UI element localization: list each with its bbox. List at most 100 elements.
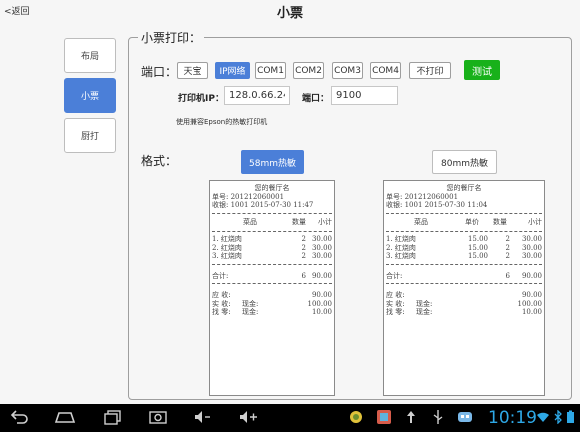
- volume-up-icon[interactable]: [238, 408, 260, 426]
- column-header-qty: 数量: [493, 217, 507, 226]
- port-option-com1[interactable]: COM1: [255, 62, 286, 79]
- test-print-button[interactable]: 测试: [464, 60, 500, 80]
- change-amount: 10.00: [521, 308, 542, 316]
- bluetooth-icon: [554, 410, 562, 424]
- paid-method: 现金:: [416, 299, 433, 308]
- receipt-total-row: 合计: 6 90.00: [384, 272, 544, 281]
- receipt-order-number: 单号: 201212060001: [386, 192, 459, 201]
- system-navigation-bar: 10:19: [0, 404, 580, 432]
- port-option-com2[interactable]: COM2: [293, 62, 324, 79]
- receipt-restaurant-name: 您的餐厅名: [446, 184, 482, 192]
- column-header-item: 菜品: [243, 217, 257, 226]
- change-label: 找 零:: [212, 308, 231, 316]
- receipt-change-row: 找 零: 现金: 10.00: [210, 308, 334, 317]
- receipt-paid-row: 实 收: 现金: 100.00: [384, 300, 544, 309]
- total-amount: 90.00: [311, 271, 332, 280]
- printer-hint-text: 使用兼容Epson的热敏打印机: [176, 118, 268, 126]
- volume-down-icon[interactable]: [193, 408, 213, 426]
- total-label: 合计:: [212, 271, 229, 280]
- port-number-input[interactable]: [331, 86, 398, 105]
- receipt-due-row: 应 收: 90.00: [210, 291, 334, 300]
- format-80mm-button[interactable]: 80mm热敏: [432, 150, 497, 174]
- port-option-tianbao[interactable]: 天宝: [177, 62, 208, 79]
- due-amount: 90.00: [521, 291, 542, 299]
- debug-icon: [458, 412, 472, 422]
- item-subtotal: 30.00: [521, 252, 542, 260]
- receipt-column-headers: 菜品 单价 数量 小计: [384, 218, 544, 227]
- format-58mm-button[interactable]: 58mm热敏: [241, 150, 304, 174]
- item-qty: 2: [301, 252, 306, 260]
- home-icon[interactable]: [54, 408, 76, 426]
- paid-method: 现金:: [242, 299, 259, 308]
- item-name: 3. 红烧肉: [212, 252, 242, 260]
- column-header-item: 菜品: [414, 217, 428, 226]
- column-header-subtotal: 小计: [318, 217, 332, 226]
- title-bar: <返回 小票: [0, 0, 580, 24]
- section-title: 小票打印：: [138, 29, 205, 46]
- receipt-item-row: 2. 红烧肉 2 30.00: [210, 244, 334, 253]
- item-name: 1. 红烧肉: [386, 235, 416, 243]
- item-name: 1. 红烧肉: [212, 235, 242, 243]
- screenshot-icon[interactable]: [148, 408, 168, 426]
- receipt-divider: [212, 283, 332, 284]
- sidebar-item-receipt[interactable]: 小票: [64, 78, 116, 113]
- receipt-restaurant-name: 您的餐厅名: [254, 184, 290, 192]
- item-qty: 2: [505, 235, 510, 243]
- port-option-com3[interactable]: COM3: [332, 62, 363, 79]
- sidebar-item-kitchen-print[interactable]: 厨打: [64, 118, 116, 153]
- change-method: 现金:: [242, 308, 259, 316]
- receipt-column-headers: 菜品 数量 小计: [210, 218, 334, 227]
- item-qty: 2: [301, 235, 306, 243]
- app-notification-icon: [350, 411, 362, 423]
- receipt-due-row: 应 收: 90.00: [384, 291, 544, 300]
- printer-ip-label: 打印机IP：: [178, 94, 224, 104]
- receipt-divider: [212, 212, 332, 214]
- back-icon[interactable]: [10, 408, 30, 426]
- printer-ip-input[interactable]: [224, 86, 290, 105]
- page-title: 小票: [276, 6, 303, 21]
- receipt-item-row: 3. 红烧肉 15.00 2 30.00: [384, 252, 544, 261]
- item-subtotal: 30.00: [311, 235, 332, 243]
- column-header-price: 单价: [465, 217, 479, 226]
- receipt-cashier-line: 收银: 1001 2015-07-30 11:47: [212, 201, 314, 209]
- paid-amount: 100.00: [517, 299, 543, 308]
- item-price: 15.00: [467, 252, 488, 260]
- wifi-icon: [537, 412, 549, 422]
- format-label: 格式：: [141, 154, 178, 168]
- total-label: 合计:: [386, 271, 403, 280]
- receipt-divider: [212, 263, 332, 265]
- battery-icon: [567, 410, 574, 423]
- receipt-divider: [386, 231, 542, 232]
- receipt-preview-58mm: 您的餐厅名 单号: 201212060001 收银: 1001 2015-07-…: [209, 180, 335, 396]
- paid-label: 实 收:: [212, 299, 231, 308]
- receipt-divider: [386, 212, 542, 214]
- column-header-qty: 数量: [292, 217, 306, 226]
- due-amount: 90.00: [311, 291, 332, 299]
- upload-icon: [407, 411, 415, 423]
- receipt-item-row: 1. 红烧肉 15.00 2 30.00: [384, 235, 544, 244]
- item-qty: 2: [505, 243, 510, 252]
- change-label: 找 零:: [386, 308, 405, 316]
- port-option-ip-network[interactable]: IP网络: [215, 62, 250, 79]
- usb-icon: [433, 410, 443, 424]
- sidebar-item-layout[interactable]: 布局: [64, 38, 116, 73]
- receipt-cashier-line: 收银: 1001 2015-07-30 11:04: [386, 201, 488, 209]
- receipt-item-row: 1. 红烧肉 2 30.00: [210, 235, 334, 244]
- item-name: 2. 红烧肉: [386, 243, 416, 252]
- port-option-no-print[interactable]: 不打印: [409, 62, 451, 79]
- port-field-label: 端口：: [302, 94, 330, 104]
- receipt-item-row: 3. 红烧肉 2 30.00: [210, 252, 334, 261]
- due-label: 应 收:: [386, 291, 405, 299]
- receipt-divider: [386, 263, 542, 265]
- receipt-change-row: 找 零: 现金: 10.00: [384, 308, 544, 317]
- change-amount: 10.00: [311, 308, 332, 316]
- port-label: 端口：: [141, 65, 178, 79]
- recent-apps-icon[interactable]: [103, 408, 123, 426]
- item-subtotal: 30.00: [521, 243, 542, 252]
- item-price: 15.00: [467, 235, 488, 243]
- status-clock: 10:19: [488, 408, 537, 428]
- item-qty: 2: [505, 252, 510, 260]
- port-option-com4[interactable]: COM4: [370, 62, 401, 79]
- item-subtotal: 30.00: [521, 235, 542, 243]
- item-subtotal: 30.00: [311, 243, 332, 252]
